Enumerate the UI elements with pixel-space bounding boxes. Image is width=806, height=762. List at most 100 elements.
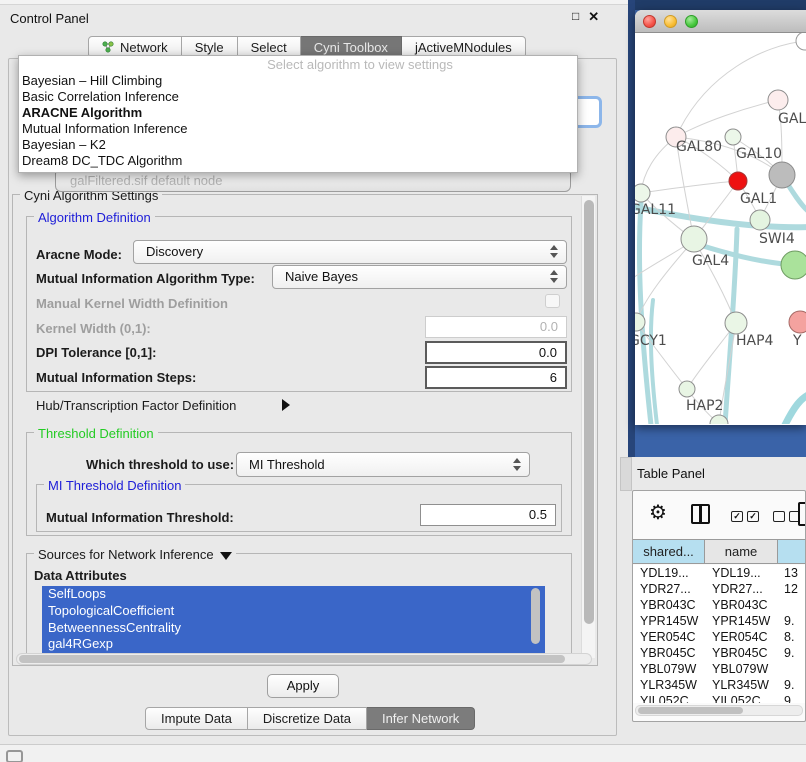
algorithm-option[interactable]: Basic Correlation Inference xyxy=(19,89,577,105)
dpi-tolerance-field[interactable]: 0.0 xyxy=(425,341,567,364)
select-all-columns-icon[interactable]: ✓ ✓ xyxy=(731,511,759,522)
algorithm-prompt: Select algorithm to view settings xyxy=(19,56,577,73)
network-node-label: GAL4 xyxy=(692,253,729,269)
network-node[interactable] xyxy=(729,172,747,190)
network-node[interactable] xyxy=(679,381,695,397)
tab-discretize-data[interactable]: Discretize Data xyxy=(248,707,367,730)
tab-infer-network[interactable]: Infer Network xyxy=(367,707,475,730)
aracne-mode-label: Aracne Mode: xyxy=(36,247,122,262)
network-node[interactable] xyxy=(769,162,795,188)
table-row[interactable]: YBR045CYBR045C9. xyxy=(633,645,805,661)
network-node-label: GAL xyxy=(778,111,806,127)
mi-type-combo[interactable]: Naive Bayes xyxy=(272,265,567,289)
table-cell: YDR27... xyxy=(705,581,778,597)
table-row[interactable]: YIL052CYIL052C9. xyxy=(633,693,805,703)
table-cell: YBR045C xyxy=(705,645,778,661)
panel-splitter-handle[interactable] xyxy=(620,457,632,491)
data-attributes-label: Data Attributes xyxy=(34,568,127,583)
minimize-window-icon[interactable] xyxy=(664,15,677,28)
table-cell: 9. xyxy=(778,613,805,629)
table-cell: YLR345W xyxy=(633,677,705,693)
which-threshold-combo[interactable]: MI Threshold xyxy=(236,452,530,477)
mi-steps-field[interactable]: 6 xyxy=(425,366,567,389)
network-node[interactable] xyxy=(750,210,770,230)
network-node-label: GAL1 xyxy=(740,191,777,207)
algorithm-option[interactable]: Bayesian – K2 xyxy=(19,137,577,153)
float-panel-icon[interactable]: □ xyxy=(572,9,579,25)
columns-icon[interactable] xyxy=(691,504,710,524)
table-cell xyxy=(778,597,805,613)
close-window-icon[interactable] xyxy=(643,15,656,28)
network-node[interactable] xyxy=(635,184,650,202)
apply-button[interactable]: Apply xyxy=(267,674,339,698)
network-node-label: HAP2 xyxy=(686,398,723,414)
table-row[interactable]: YLR345WYLR345W9. xyxy=(633,677,805,693)
hub-definition-toggle[interactable]: Hub/Transcription Factor Definition xyxy=(36,398,236,413)
attributes-scrollbar[interactable] xyxy=(531,588,540,644)
collapse-down-icon[interactable] xyxy=(220,552,232,560)
scrollbar-thumb[interactable] xyxy=(19,655,565,663)
table-panel-body: ⚙ ✓ ✓ shared... name YDL19...YDL19...13Y… xyxy=(632,490,806,722)
panel-dock-icon[interactable] xyxy=(6,750,23,762)
attribute-item[interactable]: gal4RGexp xyxy=(42,636,545,653)
gear-icon[interactable]: ⚙ xyxy=(649,500,667,525)
manual-kernel-checkbox[interactable] xyxy=(545,294,560,308)
attribute-item[interactable]: TopologicalCoefficient xyxy=(42,603,545,620)
panel-window-buttons: □ ✕ xyxy=(572,9,599,25)
table-row[interactable]: YBR043CYBR043C xyxy=(633,597,805,613)
network-node-label: SWI4 xyxy=(759,231,795,247)
tab-impute-data[interactable]: Impute Data xyxy=(145,707,248,730)
attribute-item[interactable]: SelfLoops xyxy=(42,586,545,603)
column-header-partial[interactable] xyxy=(778,540,805,563)
network-node[interactable] xyxy=(725,312,747,334)
data-attributes-list: SelfLoops TopologicalCoefficient Between… xyxy=(42,586,545,653)
algorithm-option[interactable]: Dream8 DC_TDC Algorithm xyxy=(19,153,577,169)
kernel-width-field[interactable]: 0.0 xyxy=(425,316,567,338)
network-node[interactable] xyxy=(768,90,788,110)
table-row[interactable]: YDR27...YDR27...12 xyxy=(633,581,805,597)
network-node[interactable] xyxy=(725,129,741,145)
scrollbar-thumb[interactable] xyxy=(638,707,743,714)
mi-threshold-field[interactable]: 0.5 xyxy=(420,504,556,526)
table-cell: YPR145W xyxy=(633,613,705,629)
network-node[interactable] xyxy=(789,311,806,333)
aracne-mode-combo[interactable]: Discovery xyxy=(133,240,567,264)
table-cell: YIL052C xyxy=(705,693,778,703)
network-node[interactable] xyxy=(781,251,806,279)
network-node[interactable] xyxy=(681,226,707,252)
table-row[interactable]: YER054CYER054C8. xyxy=(633,629,805,645)
deselect-all-columns-icon[interactable] xyxy=(773,511,801,522)
table-horizontal-scrollbar[interactable] xyxy=(635,705,803,716)
algorithm-option[interactable]: Bayesian – Hill Climbing xyxy=(19,73,577,89)
zoom-window-icon[interactable] xyxy=(685,15,698,28)
column-header-name[interactable]: name xyxy=(705,540,778,563)
network-node-label: GAL10 xyxy=(736,146,782,162)
network-edge xyxy=(641,181,738,193)
table-cell: YDL19... xyxy=(705,565,778,581)
algorithm-dropdown-popup: Select algorithm to view settings Bayesi… xyxy=(18,55,578,173)
settings-vertical-scrollbar[interactable] xyxy=(581,196,595,658)
kernel-width-label: Kernel Width (0,1): xyxy=(36,321,151,336)
table-row[interactable]: YDL19...YDL19...13 xyxy=(633,565,805,581)
expand-right-icon[interactable] xyxy=(282,399,290,411)
scrollbar-thumb[interactable] xyxy=(584,200,594,624)
network-node[interactable] xyxy=(796,33,806,50)
algorithm-option-selected[interactable]: ARACNE Algorithm xyxy=(19,105,577,121)
control-panel-title: Control Panel xyxy=(10,11,89,26)
settings-horizontal-scrollbar[interactable] xyxy=(16,653,592,665)
algorithm-option[interactable]: Mutual Information Inference xyxy=(19,121,577,137)
table-cell: 12 xyxy=(778,581,805,597)
column-header-shared-name[interactable]: shared... xyxy=(633,540,705,563)
table-row[interactable]: YPR145WYPR145W9. xyxy=(633,613,805,629)
dpi-tolerance-label: DPI Tolerance [0,1]: xyxy=(36,345,156,360)
attribute-item[interactable]: BetweennessCentrality xyxy=(42,620,545,637)
network-edge xyxy=(651,300,657,424)
table-cell: 13 xyxy=(778,565,805,581)
table-cell: 8. xyxy=(778,629,805,645)
network-window-titlebar[interactable] xyxy=(635,10,806,33)
export-table-icon[interactable] xyxy=(798,502,806,526)
table-row[interactable]: YBL079WYBL079W xyxy=(633,661,805,677)
network-canvas[interactable]: GALGAL80GAL10GAL1GAL11SWI4GAL4GCY1HAP4YH… xyxy=(635,33,806,424)
app-window: Control Panel □ ✕ Network Style Select C… xyxy=(0,0,806,762)
close-panel-icon[interactable]: ✕ xyxy=(588,9,599,25)
